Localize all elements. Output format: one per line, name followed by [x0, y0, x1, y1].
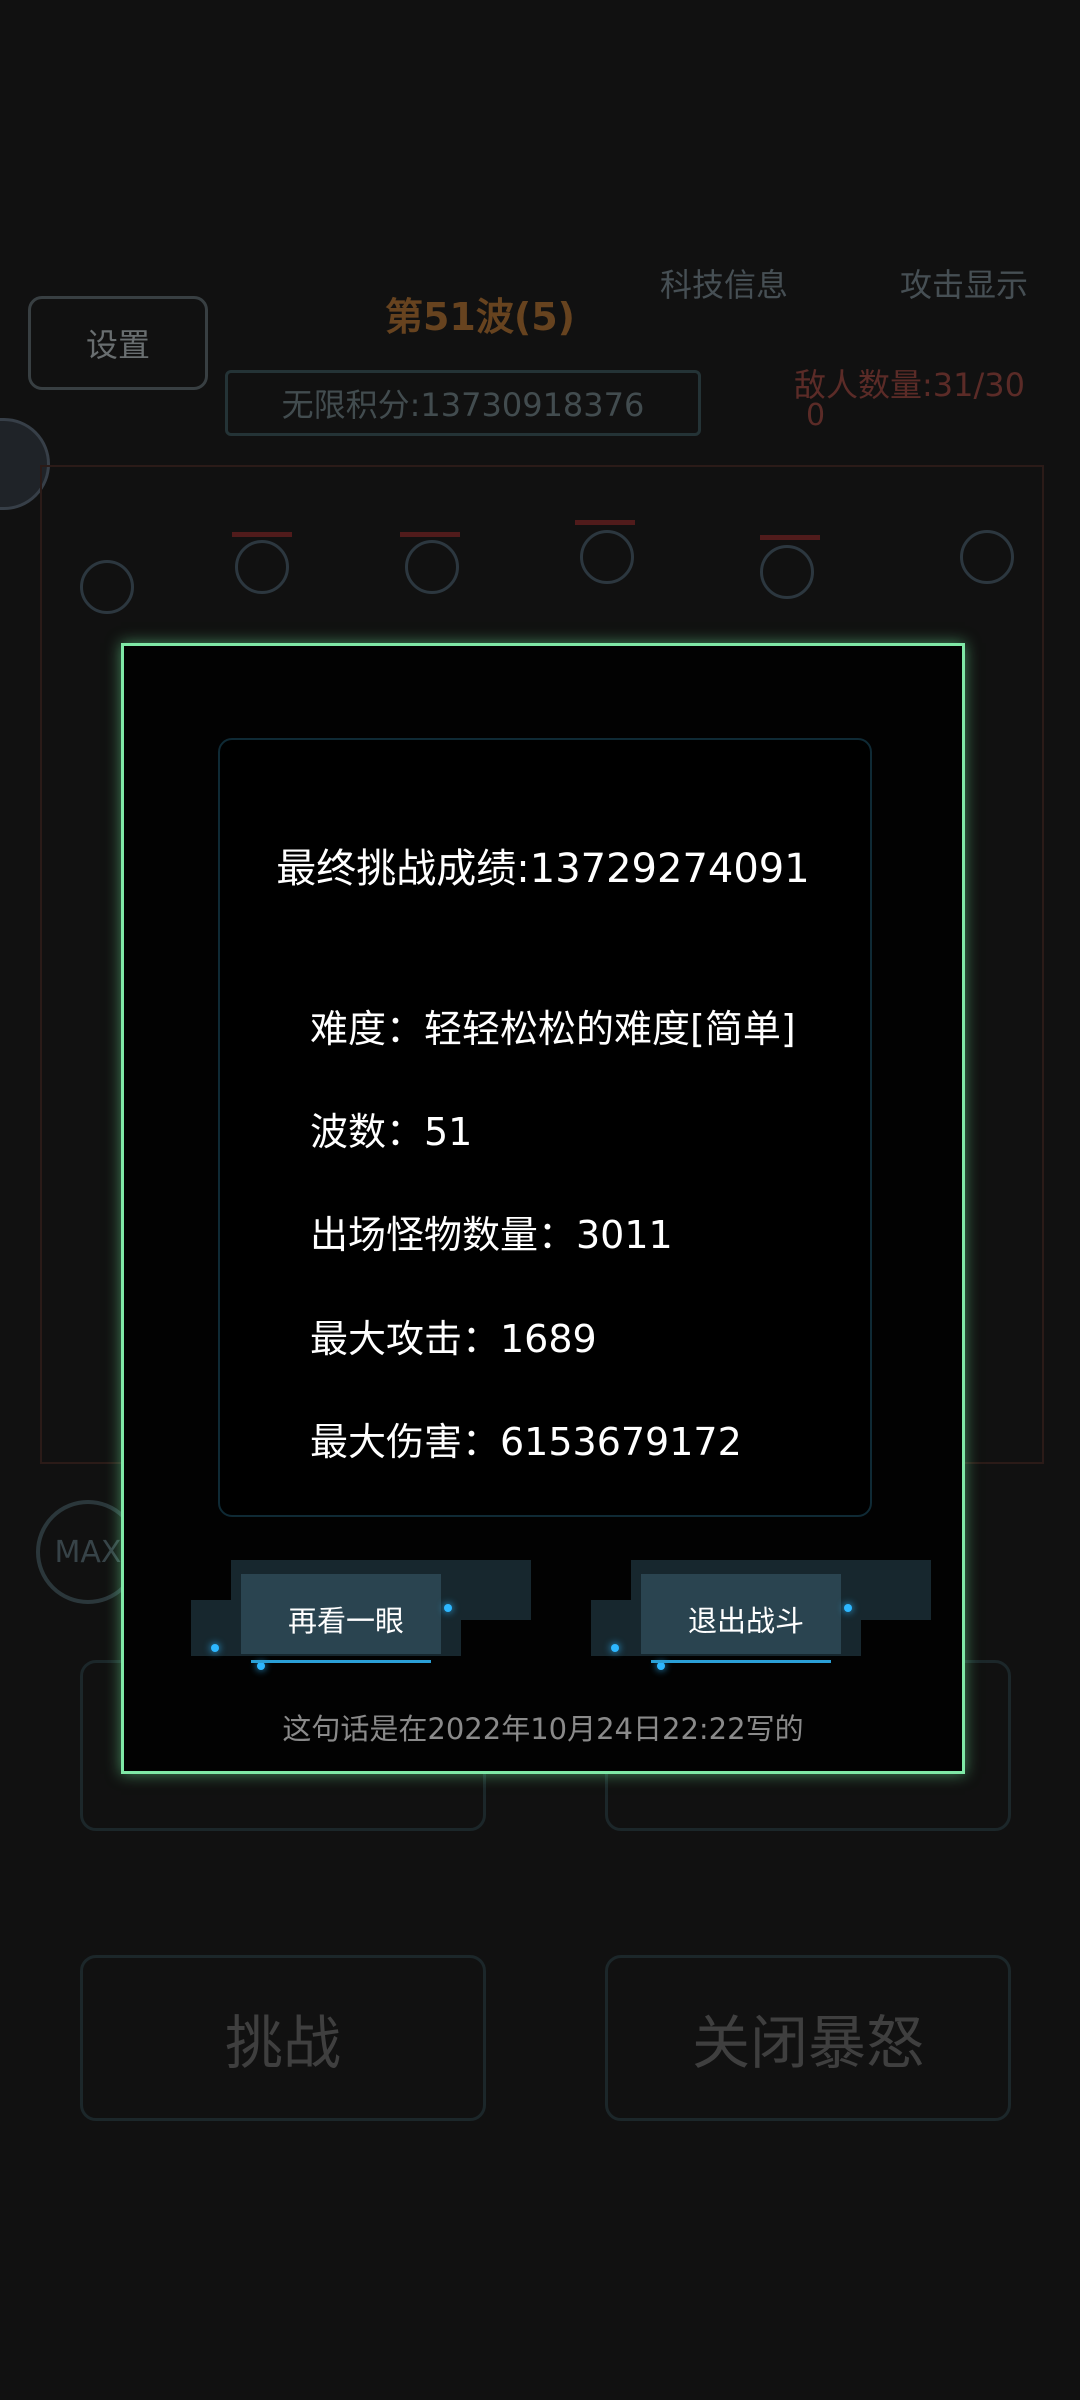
review-button[interactable]: 再看一眼 [191, 1560, 531, 1670]
exit-battle-button[interactable]: 退出战斗 [591, 1560, 931, 1670]
final-score: 最终挑战成绩:13729274091 [276, 846, 810, 892]
monster-count-text: 出场怪物数量：3011 [310, 1213, 673, 1257]
difficulty-text: 难度：轻轻松松的难度[简单] [310, 1007, 796, 1051]
footnote-text: 这句话是在2022年10月24日22:22写的 [282, 1712, 804, 1746]
waves-text: 波数：51 [310, 1110, 473, 1154]
review-button-label: 再看一眼 [287, 1604, 404, 1638]
exit-battle-button-label: 退出战斗 [687, 1604, 804, 1638]
result-dialog: 最终挑战成绩:13729274091 难度：轻轻松松的难度[简单] 波数：51 … [121, 643, 965, 1774]
max-damage-text: 最大伤害：6153679172 [310, 1420, 742, 1464]
max-attack-text: 最大攻击：1689 [310, 1317, 597, 1361]
